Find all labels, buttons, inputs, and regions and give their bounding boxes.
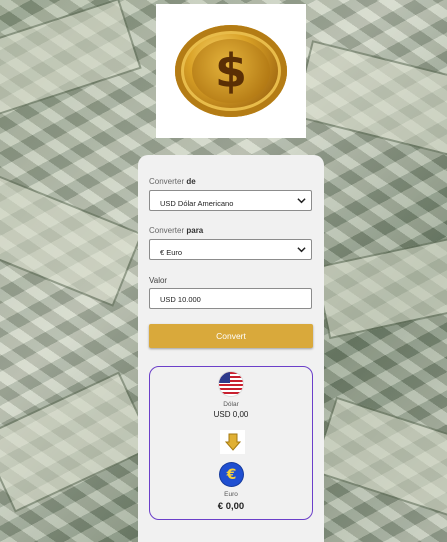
background-bill [311,396,447,523]
converter-card: Converter de USD Dólar Americano Convert… [138,155,324,542]
background-bill [293,40,447,159]
to-currency-name: Euro [224,491,238,498]
to-currency-select[interactable]: € Euro [149,239,312,260]
to-currency-result: € 0,00 [217,501,245,512]
from-currency-select[interactable]: USD Dólar Americano [149,190,312,211]
euro-coin-icon: € [220,463,243,486]
logo: $ [156,4,306,138]
to-currency-value: € Euro [160,248,183,257]
result-panel: Dólar USD 0,00 € Euro € 0,00 [149,366,313,520]
convert-button[interactable]: Convert [149,324,313,348]
background-bill [313,234,447,340]
chevron-down-icon [297,198,306,204]
gold-dollar-coin-icon: $ [175,25,287,117]
from-label: Converter de [149,177,196,186]
background-bill [0,0,142,116]
background-bill [0,172,143,307]
us-flag-icon [219,372,243,396]
from-currency-name: Dólar [223,401,239,408]
amount-input[interactable]: USD 10.000 [149,288,312,309]
from-currency-value: USD Dólar Americano [160,199,234,208]
to-label: Converter para [149,226,204,235]
amount-label: Valor [149,276,168,285]
down-arrow-icon [220,430,245,454]
background-bill [0,371,155,513]
from-currency-result: USD 0,00 [213,410,249,419]
chevron-down-icon [297,247,306,253]
